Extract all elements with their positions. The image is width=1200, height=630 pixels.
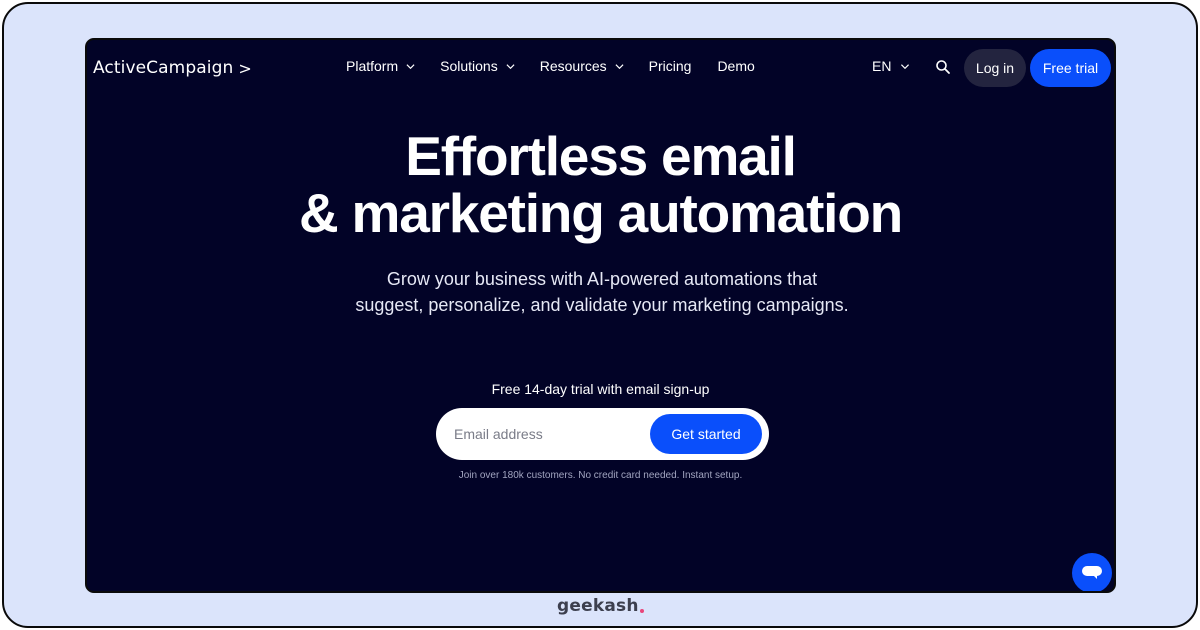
get-started-button[interactable]: Get started xyxy=(650,414,762,454)
logo-chevron-icon: > xyxy=(238,58,252,78)
watermark-dot xyxy=(639,609,644,613)
nav-item-label: Resources xyxy=(539,58,607,74)
nav-item-pricing[interactable]: Pricing xyxy=(649,58,692,74)
top-navigation: ActiveCampaign > Platform Solutions Reso… xyxy=(87,40,1114,98)
chevron-down-icon xyxy=(406,63,415,69)
signup-disclaimer: Join over 180k customers. No credit card… xyxy=(458,470,743,481)
logo-text: ActiveCampaign xyxy=(93,58,234,78)
search-icon[interactable] xyxy=(935,59,951,75)
language-label: EN xyxy=(872,58,892,74)
trial-note: Free 14-day trial with email sign-up xyxy=(491,381,710,397)
browser-screen: ActiveCampaign > Platform Solutions Reso… xyxy=(85,38,1116,593)
chevron-down-icon xyxy=(506,63,515,69)
nav-item-solutions[interactable]: Solutions xyxy=(440,58,515,74)
free-trial-button[interactable]: Free trial xyxy=(1030,49,1111,87)
watermark-logo: geekash xyxy=(557,596,644,616)
nav-item-demo[interactable]: Demo xyxy=(717,58,754,74)
language-selector[interactable]: EN xyxy=(872,58,910,74)
chat-bubble-icon xyxy=(1082,566,1102,579)
watermark-text: geekash xyxy=(557,596,639,616)
nav-item-resources[interactable]: Resources xyxy=(540,58,624,74)
nav-links: Platform Solutions Resources Pricing Dem… xyxy=(346,58,781,74)
hero-headline: Effortless email & marketing automation xyxy=(87,128,1114,242)
chevron-down-icon xyxy=(901,63,910,69)
hero-subheading: Grow your business with AI-powered autom… xyxy=(355,269,849,315)
nav-item-label: Pricing xyxy=(648,58,692,74)
nav-item-platform[interactable]: Platform xyxy=(346,58,415,74)
nav-item-label: Solutions xyxy=(440,58,498,74)
nav-item-label: Demo xyxy=(717,58,755,74)
login-button[interactable]: Log in xyxy=(964,49,1026,87)
chevron-down-icon xyxy=(615,63,624,69)
nav-item-label: Platform xyxy=(346,58,399,74)
email-input[interactable] xyxy=(454,422,644,446)
headline-line-1: Effortless email xyxy=(405,125,797,187)
chat-widget-button[interactable] xyxy=(1072,553,1112,591)
logo[interactable]: ActiveCampaign > xyxy=(93,58,252,78)
email-signup-form: Get started xyxy=(436,408,769,460)
headline-line-2: & marketing automation xyxy=(298,182,903,244)
